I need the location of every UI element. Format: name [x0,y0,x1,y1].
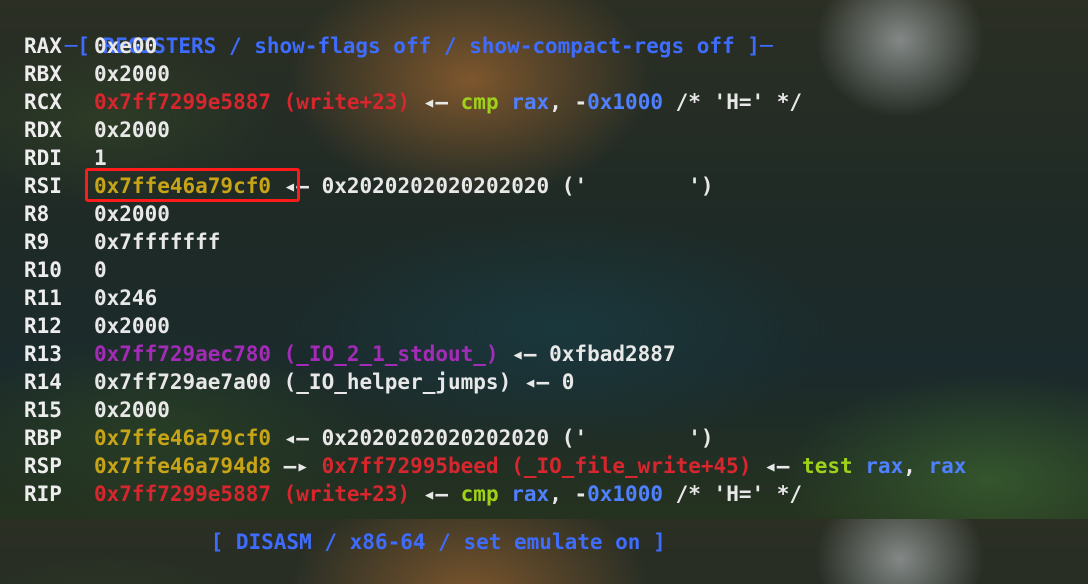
register-value-part: , [903,454,929,478]
register-row-r12: R12 0x2000 [14,312,170,340]
register-name: RSI [24,174,62,198]
register-value-part: /* 'H=' */ [662,90,803,114]
terminal-window[interactable]: ─[ REGISTERS / show-flags off / show-com… [0,0,1088,554]
register-value-part: ◂— [751,454,803,478]
rsi-value-highlight [85,168,300,202]
register-value-part: 0x7ff729ae7a00 (_IO_helper_jumps) ◂— 0 [94,370,575,394]
registers-header: ─[ REGISTERS / show-flags off / show-com… [14,4,773,58]
register-row-r13: R13 0x7ff729aec780 (_IO_2_1_stdout_) ◂— 0… [14,340,676,368]
register-value-part: 0x2000 [94,202,170,226]
register-value-part: 0x7fffffff [94,230,221,254]
register-value-part: ◂— 0x2020202020202020 (' ') [271,174,714,198]
register-row-rdx: RDX 0x2000 [14,116,170,144]
register-name: RAX [24,34,62,58]
register-name: RDX [24,118,62,142]
register-name: RBX [24,62,62,86]
register-row-rsp: RSP 0x7ffe46a794d8 —▸ 0x7ff72995beed (_IO… [14,452,966,480]
register-name: RBP [24,426,62,450]
register-name: R10 [24,258,62,282]
registers-header-text: ─[ REGISTERS / show-flags off / show-com… [64,34,773,58]
register-name: R8 [24,202,50,226]
register-value-part: —▸ [271,454,322,478]
register-value-part: 0x2000 [94,62,170,86]
register-value-part: 0x2000 [94,314,170,338]
register-name: R15 [24,398,62,422]
register-value-part: 0 [94,258,107,282]
register-value-part: 0x246 [94,286,158,310]
register-row-rax: RAX 0xe00 [14,32,157,60]
register-name: R14 [24,370,62,394]
register-value-part: ◂— [410,90,461,114]
register-name: R11 [24,286,62,310]
register-value-part: rax [928,454,967,478]
register-value-part: rax [865,454,904,478]
register-row-r14: R14 0x7ff729ae7a00 (_IO_helper_jumps) ◂— … [14,368,574,396]
register-row-rbx: RBX 0x2000 [14,60,170,88]
register-value-part: /* 'H=' */ [662,482,803,506]
register-value-part: 0x7ffe46a79cf0 [94,426,272,450]
register-value-part: , - [549,90,588,114]
register-name: R12 [24,314,62,338]
register-row-r15: R15 0x2000 [14,396,170,424]
register-value-part [499,90,512,114]
register-value-part: ◂— 0x2020202020202020 (' ') [271,426,714,450]
disasm-header-text: [ DISASM / x86-64 / set emulate on ] [210,530,666,554]
disasm-header-partial: [ DISASM / x86-64 / set emulate on ] [160,500,666,554]
register-row-rcx: RCX 0x7ff7299e5887 (write+23) ◂— cmp rax,… [14,88,802,116]
register-value-part: cmp [460,90,499,114]
register-row-r9: R9 0x7fffffff [14,228,220,256]
register-value-part: 0x7ff729aec780 (_IO_2_1_stdout_) [94,342,499,366]
register-row-rbp: RBP 0x7ffe46a79cf0 ◂— 0x2020202020202020 … [14,424,714,452]
register-value-part: 0x2000 [94,118,170,142]
register-name: RDI [24,146,62,170]
register-value-part: 0x1000 [587,90,663,114]
register-name: RSP [24,454,62,478]
register-value-part: rax [511,90,550,114]
register-value-part: 0x7ffe46a794d8 [94,454,272,478]
register-row-r11: R11 0x246 [14,284,157,312]
register-value-part: ◂— 0xfbad2887 [498,342,676,366]
register-value-part: 1 [94,146,107,170]
register-name: R13 [24,342,62,366]
register-row-r8: R8 0x2000 [14,200,170,228]
register-value-part: 0x7ff72995beed (_IO_file_write+45) [321,454,752,478]
register-value-part: 0x7ff7299e5887 (write+23) [94,90,411,114]
register-value-part [853,454,866,478]
register-value-part: test [802,454,853,478]
register-value-part: 0xe00 [94,34,158,58]
register-name: R9 [24,230,50,254]
register-name: RCX [24,90,62,114]
register-value-part: 0x2000 [94,398,170,422]
register-row-r10: R10 0 [14,256,107,284]
register-name: RIP [24,482,62,506]
